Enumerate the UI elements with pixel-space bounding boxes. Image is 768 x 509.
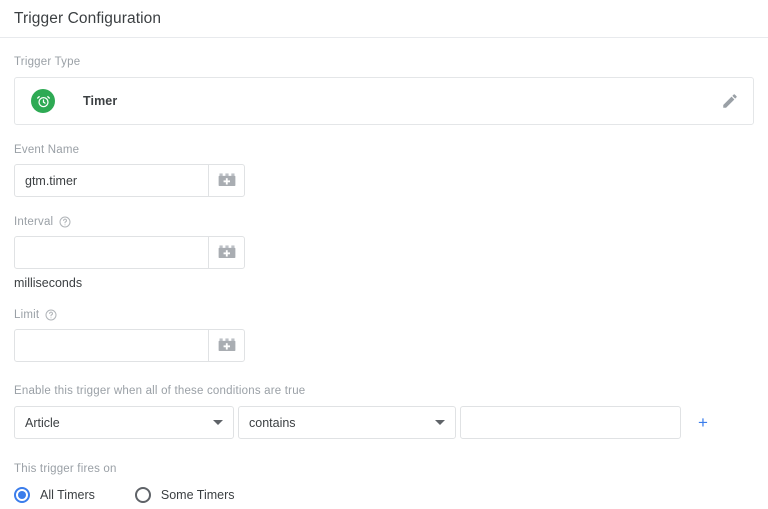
chevron-down-icon — [435, 420, 445, 425]
interval-label-text: Interval — [14, 216, 54, 228]
radio-mark-selected — [14, 487, 30, 503]
event-name-input-row — [14, 164, 245, 197]
limit-input-row — [14, 329, 245, 362]
interval-input[interactable] — [15, 237, 208, 268]
radio-label: All Timers — [40, 488, 95, 502]
fires-on-section: This trigger fires on All Timers Some Ti… — [14, 439, 754, 503]
alarm-clock-icon — [31, 89, 55, 113]
condition-operator-select[interactable]: contains — [238, 406, 456, 439]
trigger-type-section: Trigger Type Timer — [14, 38, 754, 125]
event-name-label: Event Name — [14, 144, 80, 156]
add-condition-button[interactable]: + — [694, 414, 712, 432]
pencil-icon[interactable] — [721, 92, 739, 110]
panel-header: Trigger Configuration — [0, 0, 768, 38]
limit-section: Limit — [14, 290, 754, 362]
radio-option-some-timers[interactable]: Some Timers — [134, 487, 235, 503]
trigger-type-card[interactable]: Timer — [14, 77, 754, 125]
conditions-section: Enable this trigger when all of these co… — [14, 362, 754, 439]
interval-unit-text: milliseconds — [14, 276, 83, 290]
event-name-input[interactable] — [15, 165, 208, 196]
radio-mark-unselected — [134, 487, 151, 503]
variable-block-icon[interactable] — [208, 330, 244, 361]
radio-option-all-timers[interactable]: All Timers — [14, 487, 95, 503]
condition-variable-select[interactable]: Article — [14, 406, 234, 439]
fires-on-label: This trigger fires on — [14, 463, 117, 475]
radio-label: Some Timers — [160, 488, 235, 502]
panel-body: Trigger Type Timer Event Name gtm.timer … — [0, 38, 768, 503]
trigger-type-name: Timer — [83, 94, 118, 108]
condition-value-input[interactable] — [460, 406, 681, 439]
page-title: Trigger Configuration — [14, 9, 162, 27]
help-circle-icon[interactable] — [59, 216, 71, 228]
interval-section: Interval milliseconds — [14, 197, 754, 290]
interval-input-row — [14, 236, 245, 269]
condition-operator-value: contains — [249, 415, 296, 430]
limit-input[interactable] — [15, 330, 208, 361]
limit-label-text: Limit — [14, 309, 40, 321]
chevron-down-icon — [213, 420, 223, 425]
trigger-type-label: Trigger Type — [14, 56, 81, 68]
variable-block-icon[interactable] — [208, 237, 244, 268]
interval-label: Interval — [14, 215, 754, 229]
variable-block-icon[interactable] — [208, 165, 244, 196]
condition-variable-value: Article — [25, 415, 60, 430]
event-name-section: Event Name — [14, 125, 754, 197]
limit-label: Limit — [14, 308, 754, 322]
fires-on-radio-group: All Timers Some Timers — [14, 487, 754, 503]
help-circle-icon[interactable] — [45, 309, 57, 321]
conditions-label: Enable this trigger when all of these co… — [14, 385, 306, 397]
condition-row: Article contains + — [14, 406, 754, 439]
